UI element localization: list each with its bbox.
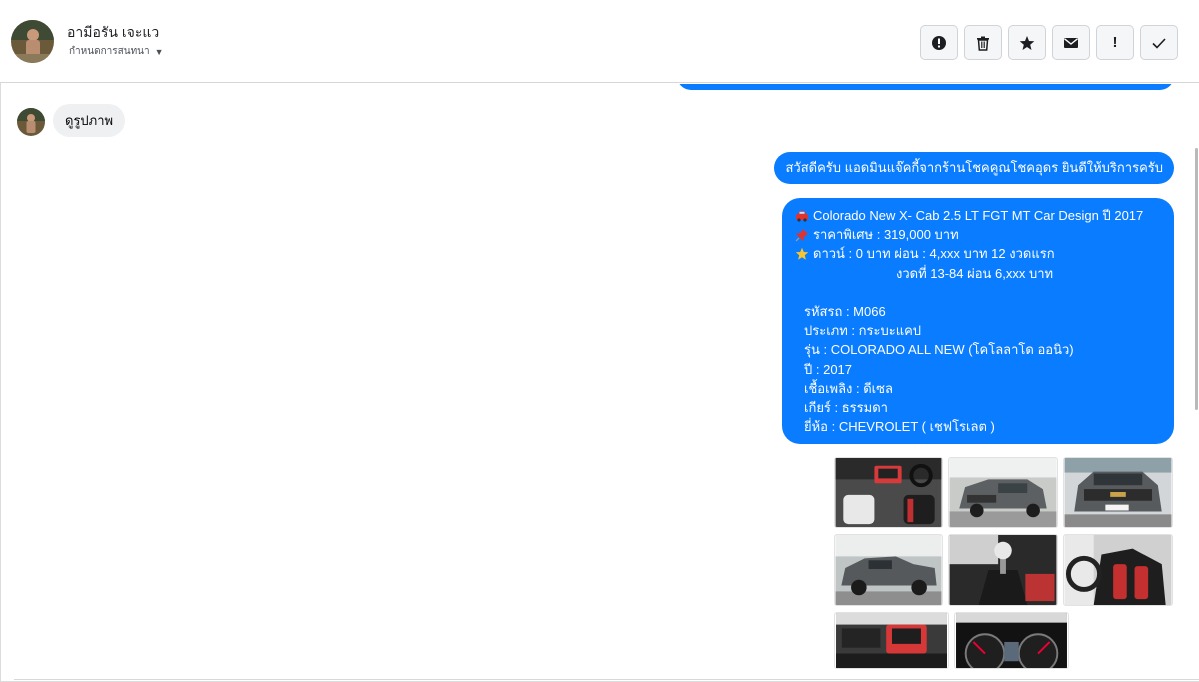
report-button[interactable] [920,25,958,60]
photo-interior-dashboard[interactable] [834,457,943,528]
car-code: รหัสรถ : M066 [804,304,886,319]
star-emoji-icon [794,247,809,262]
mark-unread-button[interactable] [1052,25,1090,60]
car-gear: เกียร์ : ธรรมดา [804,400,888,416]
photo-gauge-cluster[interactable] [954,612,1069,669]
scrollbar-thumb[interactable] [1195,148,1198,410]
star-icon [1019,35,1035,50]
exclamation-icon: ! [1112,34,1118,51]
conversation-toolbar: ! [920,25,1178,60]
conversation-label: กำหนดการสนทนา [69,46,150,57]
mark-done-button[interactable] [1140,25,1178,60]
outgoing-message-car-detail[interactable]: Colorado New X- Cab 2.5 LT FGT MT Car De… [782,198,1174,445]
report-icon [932,35,946,50]
photo-exterior-side[interactable] [834,534,943,606]
car-icon [794,208,809,223]
envelope-icon [1064,37,1078,48]
car-model: รุ่น : COLORADO ALL NEW (โคโลลาโด ออนิว) [804,342,1074,358]
check-icon [1152,37,1166,49]
photo-gear-shifter[interactable] [948,534,1058,606]
car-type: ประเภท : กระบะแคป [804,323,922,339]
photo-exterior-front-angle[interactable] [948,457,1058,528]
car-installment: งวดที่ 13-84 ผ่อน 6,xxx บาท [896,265,1054,281]
spam-button[interactable]: ! [1096,25,1134,60]
sender-avatar[interactable] [17,108,45,136]
car-down-payment: ดาวน์ : 0 บาท ผ่อน : 4,xxx บาท 12 งวดแรก [813,246,1055,262]
delete-button[interactable] [964,25,1002,60]
message-list[interactable]: ดูรูปภาพ สวัสดีครับ แอดมินแจ๊คกี้จากร้าน… [1,84,1199,680]
composer-divider [14,679,1199,680]
trash-icon [977,36,989,51]
photo-interior-seats[interactable] [1063,534,1173,606]
conversation-header: อามีอรัน เจะแว กำหนดการสนทนา ▼ ! [0,0,1199,83]
outgoing-message-greeting[interactable]: สวัสดีครับ แอดมินแจ๊คกี้จากร้านโชคคูณโชค… [774,152,1174,184]
car-fuel: เชื้อเพลิง : ดีเซล [804,380,893,396]
car-title: Colorado New X- Cab 2.5 LT FGT MT Car De… [813,208,1144,223]
photo-interior-console[interactable] [834,612,949,669]
car-brand: ยี่ห้อ : CHEVROLET ( เชฟโรเลต ) [804,419,995,435]
incoming-message[interactable]: ดูรูปภาพ [53,104,126,137]
contact-avatar[interactable] [11,20,54,63]
caret-down-icon: ▼ [154,46,164,57]
star-button[interactable] [1008,25,1046,60]
conversation-settings[interactable]: กำหนดการสนทนา ▼ [69,44,164,59]
pushpin-icon [794,227,809,242]
previous-message-bubble [677,84,1174,90]
car-year: ปี : 2017 [804,361,853,377]
photo-exterior-front[interactable] [1063,457,1173,528]
car-price: ราคาพิเศษ : 319,000 บาท [813,227,959,243]
contact-name[interactable]: อามีอรัน เจะแว [67,22,159,44]
